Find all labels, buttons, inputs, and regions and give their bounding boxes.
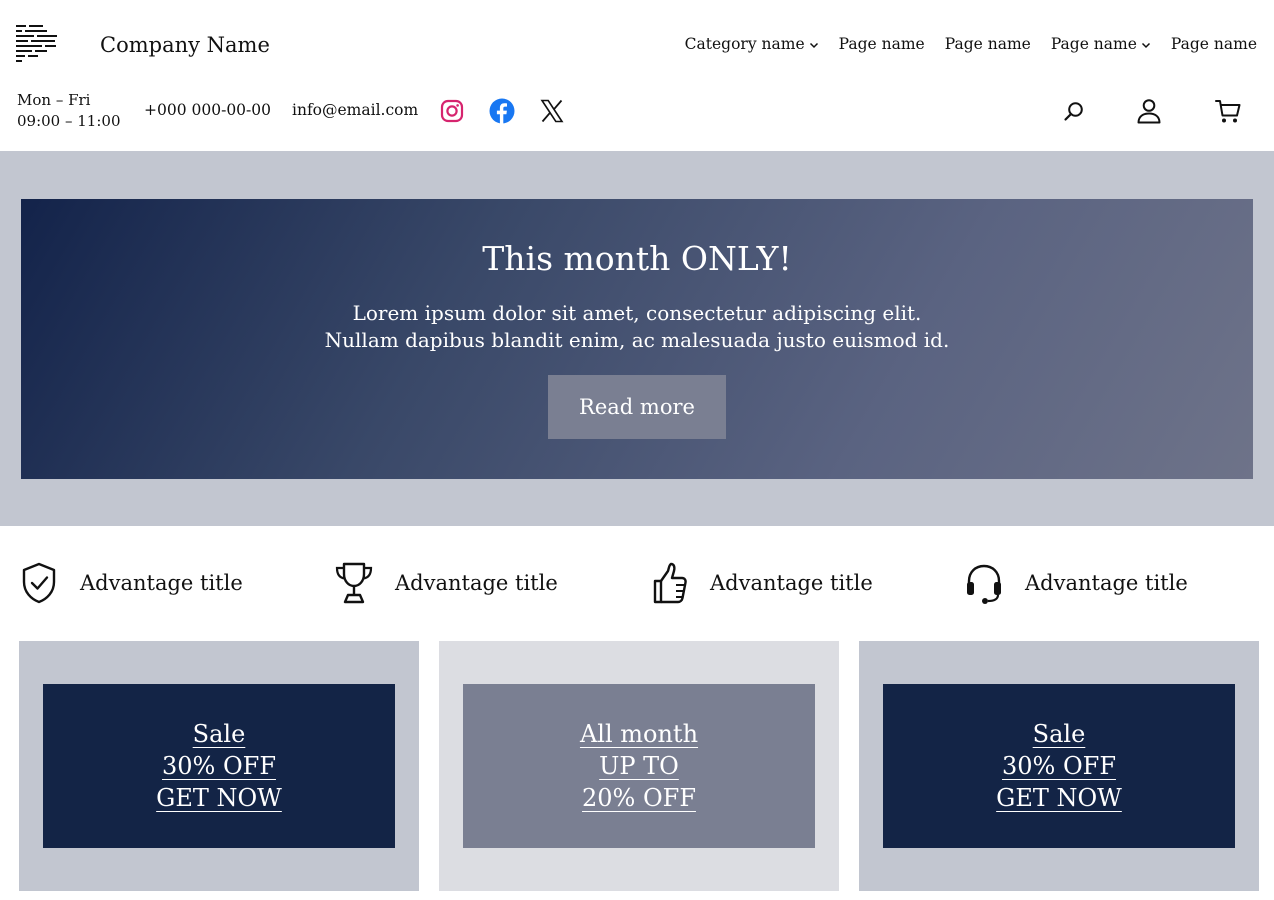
promo-line: GET NOW <box>156 784 282 812</box>
advantage-item: Advantage title <box>964 560 1188 606</box>
nav-item-page-2[interactable]: Page name <box>945 33 1031 55</box>
nav-item-label: Category name <box>684 35 805 53</box>
user-icon[interactable] <box>1134 96 1164 126</box>
read-more-button[interactable]: Read more <box>548 375 726 439</box>
chevron-down-icon <box>1141 42 1150 49</box>
company-name[interactable]: Company Name <box>100 31 270 59</box>
company-logo-icon[interactable] <box>16 25 58 63</box>
hours-days: Mon – Fri <box>17 91 91 109</box>
promo-line: 20% OFF <box>582 784 696 812</box>
opening-hours: Mon – Fri 09:00 – 11:00 <box>17 90 121 132</box>
advantage-item: Advantage title <box>334 560 558 606</box>
shield-check-icon <box>22 562 56 604</box>
headset-icon <box>967 564 1001 604</box>
hero-description-line: Nullam dapibus blandit enim, ac malesuad… <box>324 328 950 352</box>
search-icon[interactable] <box>1059 96 1089 126</box>
facebook-icon[interactable] <box>489 98 515 124</box>
main-nav: Category name Page name Page name Page n… <box>685 33 1257 55</box>
advantage-item: Advantage title <box>19 560 243 606</box>
hours-time: 09:00 – 11:00 <box>17 112 121 130</box>
nav-item-label: Page name <box>1170 35 1257 53</box>
promo-card: Sale 30% OFF GET NOW <box>19 641 419 891</box>
hero-description-line: Lorem ipsum dolor sit amet, consectetur … <box>352 301 922 325</box>
phone-link[interactable]: +000 000-00-00 <box>144 99 271 121</box>
promo-line: GET NOW <box>996 784 1122 812</box>
promo-card: Sale 30% OFF GET NOW <box>859 641 1259 891</box>
advantage-item: Advantage title <box>649 560 873 606</box>
promo-line: Sale <box>1032 720 1086 748</box>
nav-item-label: Page name <box>944 35 1031 53</box>
cart-icon[interactable] <box>1213 96 1243 126</box>
x-icon[interactable] <box>539 98 565 124</box>
advantage-title: Advantage title <box>710 571 873 595</box>
hero-description: Lorem ipsum dolor sit amet, consectetur … <box>21 300 1253 354</box>
promo-line: Sale <box>192 720 246 748</box>
promo-line: All month <box>579 720 699 748</box>
advantage-title: Advantage title <box>1025 571 1188 595</box>
nav-item-label: Page name <box>1050 35 1137 53</box>
nav-item-label: Page name <box>838 35 925 53</box>
nav-item-page-1[interactable]: Page name <box>839 33 925 55</box>
hero-banner: This month ONLY! Lorem ipsum dolor sit a… <box>21 199 1253 479</box>
promo-line: UP TO <box>599 752 679 780</box>
advantage-title: Advantage title <box>395 571 558 595</box>
promo-card-link[interactable]: Sale 30% OFF GET NOW <box>43 684 395 848</box>
hero-title: This month ONLY! <box>482 239 792 278</box>
promo-line: 30% OFF <box>162 752 276 780</box>
chevron-down-icon <box>809 42 818 49</box>
nav-item-category[interactable]: Category name <box>685 33 819 55</box>
thumbs-up-icon <box>653 562 687 604</box>
nav-item-page-4[interactable]: Page name <box>1171 33 1257 55</box>
promo-line: 30% OFF <box>1002 752 1116 780</box>
promo-card-link[interactable]: Sale 30% OFF GET NOW <box>883 684 1235 848</box>
nav-item-page-3[interactable]: Page name <box>1051 33 1151 55</box>
email-link[interactable]: info@email.com <box>292 99 418 121</box>
advantage-title: Advantage title <box>80 571 243 595</box>
promo-card-link[interactable]: All month UP TO 20% OFF <box>463 684 815 848</box>
promo-card: All month UP TO 20% OFF <box>439 641 839 891</box>
instagram-icon[interactable] <box>439 98 465 124</box>
trophy-icon <box>335 562 373 604</box>
site-header: Company Name Category name Page name Pag… <box>0 0 1274 151</box>
